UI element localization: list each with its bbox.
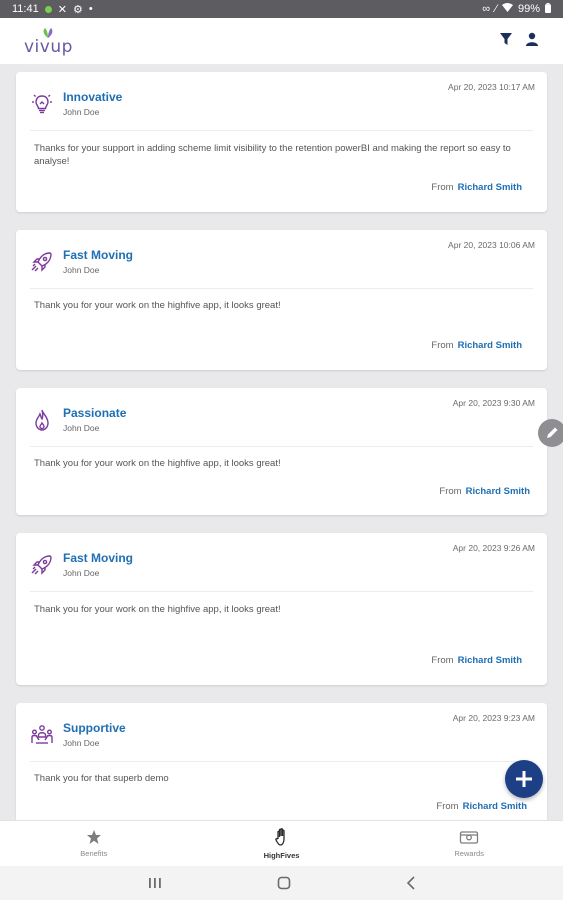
card-message: Thank you for your work on the highfive …: [34, 300, 281, 311]
more-notifications-icon: •: [88, 3, 93, 15]
bottom-nav: Benefits HighFives Rewards: [0, 820, 563, 866]
card-message: Thank you for your work on the highfive …: [34, 458, 281, 469]
lightbulb-icon: [32, 94, 52, 113]
card-divider: [30, 288, 533, 289]
rocket-icon: [31, 554, 52, 575]
sync-icon: ∞: [482, 3, 491, 15]
profile-icon[interactable]: [525, 32, 539, 51]
card-date: Apr 20, 2023 9:26 AM: [452, 543, 535, 553]
card-date: Apr 20, 2023 10:17 AM: [448, 82, 535, 92]
wifi-icon: [501, 3, 513, 15]
card-from: From Richard Smith: [431, 340, 522, 351]
card-divider: [30, 761, 533, 762]
pencil-icon: [547, 427, 558, 438]
highfive-card[interactable]: Apr 20, 2023 9:23 AM Supportive John Doe…: [16, 703, 547, 820]
card-from: From Richard Smith: [431, 655, 522, 666]
x-notification-icon: ✕: [57, 3, 67, 16]
recipient-name: John Doe: [63, 738, 100, 748]
sender-name[interactable]: Richard Smith: [466, 486, 530, 497]
nav-label: Rewards: [454, 849, 484, 858]
from-label: From: [439, 486, 462, 497]
recipient-name: John Doe: [63, 568, 100, 578]
recipient-name: John Doe: [63, 423, 100, 433]
card-date: Apr 20, 2023 9:23 AM: [452, 713, 535, 723]
value-title: Passionate: [63, 406, 127, 420]
recent-apps-icon[interactable]: [148, 877, 162, 889]
highfive-card[interactable]: Apr 20, 2023 9:26 AM Fast Moving John Do…: [16, 533, 547, 685]
settings-notification-icon: ⚙: [72, 3, 83, 16]
add-highfive-button[interactable]: [505, 760, 543, 798]
from-label: From: [436, 801, 459, 812]
sender-name[interactable]: Richard Smith: [458, 182, 522, 193]
vivup-logo[interactable]: vivup: [24, 27, 73, 56]
notification-dot-icon: [44, 5, 52, 13]
sender-name[interactable]: Richard Smith: [463, 801, 527, 812]
nav-benefits[interactable]: Benefits: [0, 821, 188, 866]
card-divider: [30, 130, 533, 131]
card-from: From Richard Smith: [431, 182, 522, 193]
recipient-name: John Doe: [63, 107, 100, 117]
rocket-icon: [31, 251, 52, 272]
from-label: From: [431, 182, 454, 193]
card-divider: [30, 446, 533, 447]
highfive-card[interactable]: Apr 20, 2023 9:30 AM Passionate John Doe…: [16, 388, 547, 515]
card-message: Thanks for your support in adding scheme…: [34, 143, 511, 167]
nav-rewards[interactable]: Rewards: [375, 821, 563, 866]
status-time: 11:41: [12, 3, 39, 15]
filter-icon[interactable]: [499, 32, 513, 51]
card-from: From Richard Smith: [436, 801, 527, 812]
from-label: From: [431, 340, 454, 351]
app-header: vivup: [0, 18, 563, 64]
value-title: Supportive: [63, 721, 126, 735]
card-from: From Richard Smith: [439, 486, 530, 497]
edit-pencil-handle[interactable]: [538, 419, 563, 447]
flame-icon: [35, 409, 49, 431]
nav-label: HighFives: [263, 851, 300, 860]
highfive-card[interactable]: Apr 20, 2023 10:06 AM Fast Moving John D…: [16, 230, 547, 370]
hand-icon: [274, 828, 285, 846]
support-people-icon: [31, 724, 53, 744]
status-bar: 11:41 ✕ ⚙ • ∞ ⁄ 99%: [0, 0, 563, 18]
home-icon[interactable]: [277, 876, 291, 890]
highfives-feed[interactable]: Apr 20, 2023 10:17 AM Innovative John Do…: [0, 64, 563, 820]
sender-name[interactable]: Richard Smith: [458, 655, 522, 666]
no-sim-icon: ⁄: [495, 3, 497, 15]
card-date: Apr 20, 2023 10:06 AM: [448, 240, 535, 250]
card-divider: [30, 591, 533, 592]
system-nav-bar: [0, 866, 563, 900]
recipient-name: John Doe: [63, 265, 100, 275]
battery-text: 99%: [517, 3, 540, 15]
from-label: From: [431, 655, 454, 666]
value-title: Fast Moving: [63, 551, 134, 565]
value-title: Fast Moving: [63, 248, 134, 262]
battery-icon: [545, 2, 551, 16]
card-date: Apr 20, 2023 9:30 AM: [452, 398, 535, 408]
rewards-icon: [460, 831, 479, 844]
star-icon: [86, 830, 101, 844]
nav-label: Benefits: [80, 849, 108, 858]
card-message: Thank you for your work on the highfive …: [34, 604, 281, 615]
value-title: Innovative: [63, 90, 123, 104]
back-icon[interactable]: [406, 876, 416, 890]
logo-text: vivup: [24, 36, 73, 57]
plus-icon: [516, 771, 532, 787]
nav-highfives[interactable]: HighFives: [188, 821, 376, 866]
sender-name[interactable]: Richard Smith: [458, 340, 522, 351]
highfive-card[interactable]: Apr 20, 2023 10:17 AM Innovative John Do…: [16, 72, 547, 212]
card-message: Thank you for that superb demo: [34, 773, 169, 784]
